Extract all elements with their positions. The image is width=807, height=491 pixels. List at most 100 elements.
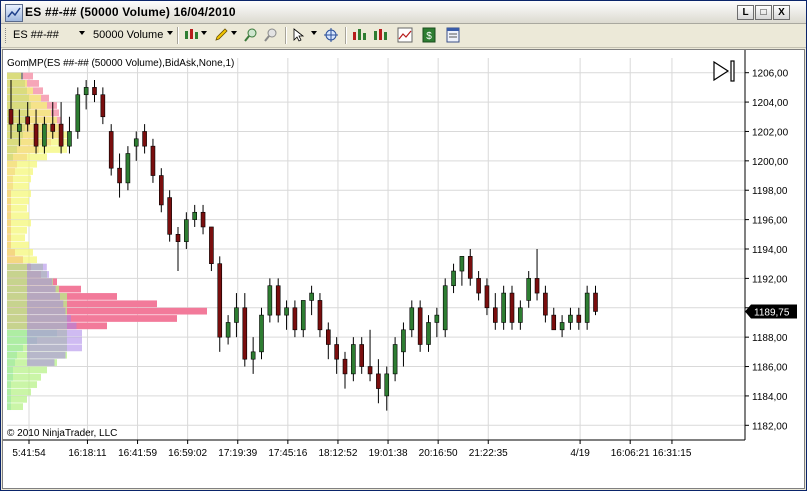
profile-bar-violet	[27, 329, 82, 337]
x-tick-label: 5:41:54	[12, 448, 46, 459]
data-series-icon[interactable]	[397, 27, 413, 43]
profile-bar-green	[7, 175, 31, 183]
profile-bar-violet	[27, 359, 55, 366]
candle-body	[376, 373, 381, 389]
candle-body	[476, 278, 481, 294]
instrument-dropdown-icon[interactable]	[79, 31, 85, 35]
x-tick-label: 18:12:52	[318, 448, 357, 459]
candle-body	[384, 373, 390, 397]
money-icon[interactable]: $	[421, 27, 437, 43]
candle-body	[518, 307, 523, 323]
y-tick-label: 1194,00	[752, 245, 788, 256]
profile-bar-green	[7, 94, 41, 102]
profile-bar-green	[7, 153, 47, 161]
profile-bar-violet	[27, 344, 82, 352]
profile-bar-green	[7, 116, 57, 124]
candle-body	[25, 116, 31, 125]
profile-bar-green	[7, 160, 37, 168]
x-tick-label: 19:01:38	[369, 448, 408, 459]
current-price-label: 1189,75	[754, 307, 790, 318]
pointer-icon[interactable]	[291, 27, 307, 43]
candle-body	[175, 234, 181, 242]
candle-body	[100, 94, 106, 118]
zoom-out-icon[interactable]	[263, 27, 279, 43]
title-bar[interactable]: ES ##-## (50000 Volume) 16/04/2010 L □ X	[1, 1, 806, 24]
candle-body	[317, 300, 323, 331]
candle-body	[42, 123, 47, 147]
y-tick-label: 1184,00	[752, 392, 788, 403]
crosshair-icon[interactable]	[323, 27, 339, 43]
scroll-to-end-icon[interactable]	[713, 60, 735, 82]
profile-bar-green	[7, 190, 31, 197]
candle-body	[167, 197, 172, 235]
candle-body	[184, 219, 189, 242]
profile-bar-green	[7, 373, 41, 381]
profile-bar-green	[7, 256, 37, 264]
x-tick-label: 16:06:21	[611, 448, 650, 459]
candle-body	[125, 153, 131, 184]
profile-bar-pink	[25, 80, 39, 87]
x-tick-label: 4/19	[570, 448, 590, 459]
bar-style-icon[interactable]	[183, 27, 199, 43]
period-dropdown-icon[interactable]	[167, 31, 173, 35]
pointer-dropdown-icon[interactable]	[311, 31, 317, 35]
indicators-icon[interactable]	[373, 27, 389, 43]
profile-bar-green	[7, 381, 37, 388]
candle-body	[576, 314, 582, 323]
profile-bar-violet	[27, 293, 60, 300]
candle-body	[92, 87, 97, 96]
candle-body	[300, 300, 306, 331]
profile-bar-green	[7, 168, 33, 175]
profile-bar-green	[7, 403, 23, 411]
candle-body	[334, 344, 339, 360]
profile-bar-green	[7, 72, 21, 80]
x-tick-label: 20:16:50	[419, 448, 458, 459]
candle-body	[58, 123, 64, 147]
close-button[interactable]: X	[773, 5, 790, 20]
profile-bar-green	[7, 219, 31, 227]
profile-bar-green	[7, 182, 29, 190]
draw-pencil-icon[interactable]	[213, 27, 229, 43]
period-selector[interactable]: 50000 Volume	[93, 29, 163, 41]
candle-body	[142, 131, 147, 147]
minimize-button[interactable]: L	[737, 5, 754, 20]
candle-body	[159, 175, 164, 206]
candle-body	[342, 358, 348, 375]
instrument-selector[interactable]: ES ##-##	[13, 29, 59, 41]
chart-toolbar: ES ##-## 50000 Volume $	[1, 24, 806, 48]
strategies-icon[interactable]	[351, 27, 367, 43]
candle-body	[267, 285, 273, 316]
price-chart[interactable]: 1206,00 1204,00 1202,00 1200,00 1198,00 1196,…	[3, 50, 804, 488]
zoom-in-icon[interactable]	[243, 27, 259, 43]
candle-body	[67, 131, 72, 147]
candle-body	[33, 123, 39, 147]
candle-body	[259, 314, 264, 353]
copyright-text: © 2010 NinjaTrader, LLC	[7, 428, 117, 439]
candle-body	[509, 292, 515, 323]
profile-bar-violet	[27, 315, 71, 322]
profile-bar-violet	[27, 271, 49, 278]
candle-body	[234, 307, 239, 323]
candle-body	[117, 167, 122, 184]
profile-bar-violet	[27, 285, 56, 293]
candle-body	[8, 109, 14, 125]
profile-bar-violet	[27, 337, 82, 344]
y-tick-label: 1206,00	[752, 69, 789, 80]
chart-panel[interactable]: 1206,00 1204,00 1202,00 1200,00 1198,00 1196,…	[2, 49, 805, 489]
restore-button[interactable]: □	[755, 5, 772, 20]
properties-icon[interactable]	[445, 27, 461, 43]
candle-body	[451, 270, 456, 287]
profile-bar-green	[7, 80, 27, 87]
candle-body	[192, 211, 197, 220]
profile-bar-green	[7, 395, 27, 403]
x-tick-label: 16:41:59	[118, 448, 157, 459]
draw-dropdown-icon[interactable]	[231, 31, 237, 35]
bar-style-dropdown-icon[interactable]	[201, 31, 207, 35]
candle-body	[484, 285, 490, 309]
toolbar-grip[interactable]	[5, 28, 8, 43]
y-tick-label: 1198,00	[752, 186, 788, 197]
y-tick-label: 1202,00	[752, 127, 789, 138]
profile-bar-green	[7, 249, 33, 256]
candle-body	[593, 292, 598, 312]
candle-body	[325, 329, 331, 345]
